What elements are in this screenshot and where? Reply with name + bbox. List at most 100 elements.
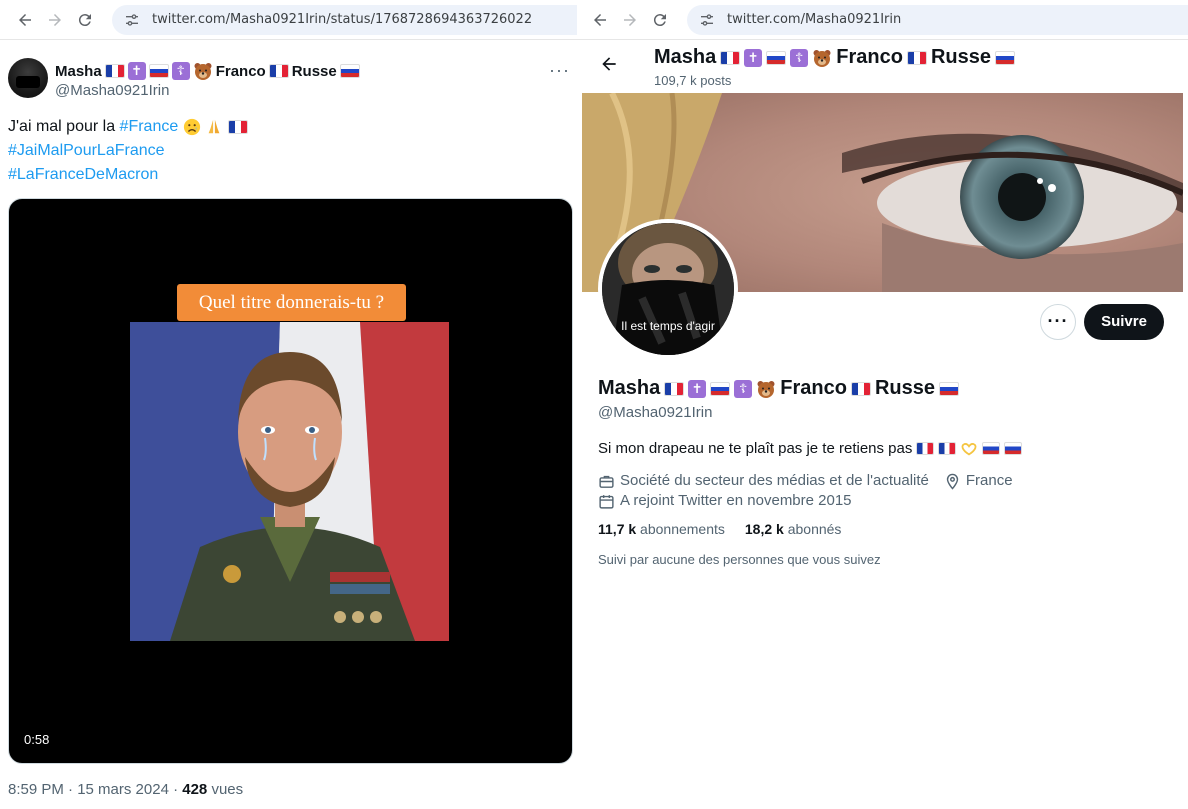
profile-category: Société du secteur des médias et de l'ac…: [620, 472, 929, 489]
forward-arrow-icon[interactable]: [615, 5, 645, 35]
tweet-timestamp[interactable]: 8:59 PM · 15 mars 2024 ·: [8, 781, 182, 798]
orthodox-cross-icon: ☦: [790, 48, 809, 67]
back-arrow-icon[interactable]: [10, 5, 40, 35]
profile-name-part: Franco: [780, 377, 847, 399]
forward-arrow-icon[interactable]: [40, 5, 70, 35]
location-pin-icon: [946, 473, 959, 490]
hashtag-france[interactable]: #France: [120, 118, 179, 135]
views-label: vues: [207, 781, 244, 798]
followers-count: 18,2 k: [744, 521, 784, 537]
bear-icon: [813, 49, 831, 67]
video-thumbnail: [130, 322, 449, 641]
views-count: 428: [182, 781, 208, 798]
hashtag-jaimalpourlafrance[interactable]: #JaiMalPourLaFrance: [8, 142, 165, 159]
profile-stats: 11,7 k abonnements 18,2 k abonnés: [598, 521, 841, 537]
video-caption: Quel titre donnerais-tu ?: [177, 284, 406, 321]
praying-hands-icon: [208, 119, 220, 134]
france-flag-icon: [906, 50, 927, 65]
followed-by-text: Suivi par aucune des personnes que vous …: [598, 552, 881, 567]
france-flag-icon: [850, 381, 871, 396]
profile-avatar[interactable]: Il est temps d'agir: [598, 219, 738, 359]
orthodox-cross-icon: ☦: [171, 62, 190, 80]
profile-name-part: Russe: [874, 377, 935, 399]
back-arrow-icon[interactable]: [585, 5, 615, 35]
browser-toolbar: twitter.com/Masha0921Irin: [577, 0, 1188, 40]
france-flag-icon: [938, 442, 957, 455]
video-duration: 0:58: [24, 732, 50, 747]
reload-icon[interactable]: [70, 5, 100, 35]
author-name-part: Russe: [291, 62, 337, 80]
header-name-part: Franco: [836, 46, 903, 68]
address-bar[interactable]: twitter.com/Masha0921Irin: [687, 4, 1188, 35]
bear-icon: [757, 380, 775, 398]
profile-display-name: Masha ✝ ☦ Franco Russe: [598, 377, 959, 400]
author-name-part: Franco: [215, 62, 266, 80]
site-settings-icon[interactable]: [699, 12, 715, 28]
url-text: twitter.com/Masha0921Irin: [727, 12, 902, 27]
author-handle[interactable]: @Masha0921Irin: [55, 82, 169, 99]
france-flag-icon: [916, 442, 935, 455]
orthodox-cross-icon: ✝: [744, 48, 763, 67]
tweet-panel: twitter.com/Masha0921Irin/status/1768728…: [0, 0, 589, 809]
tweet-text: J'ai mal pour la #France #JaiMalPourLaFr…: [8, 115, 248, 187]
profile-handle: @Masha0921Irin: [598, 404, 713, 421]
orthodox-cross-icon: ☦: [734, 379, 753, 398]
bio-text: Si mon drapeau ne te plaît pas je te ret…: [598, 440, 913, 457]
back-arrow-icon[interactable]: [599, 54, 619, 80]
following-label: abonnements: [640, 521, 725, 537]
video-player[interactable]: Quel titre donnerais-tu ? 0:58: [8, 198, 573, 764]
more-icon[interactable]: ···: [1040, 304, 1076, 340]
following-count: 11,7 k: [598, 521, 637, 537]
calendar-icon: [599, 494, 614, 509]
author-name[interactable]: Masha ✝ ☦ Franco Russe: [55, 61, 360, 81]
france-flag-icon: [104, 64, 125, 78]
site-settings-icon[interactable]: [124, 12, 140, 28]
bear-icon: [194, 63, 212, 80]
avatar-caption: Il est temps d'agir: [621, 319, 715, 333]
russia-flag-icon: [938, 381, 959, 396]
france-flag-icon: [268, 64, 289, 78]
russia-flag-icon: [766, 50, 787, 65]
hashtag-lafrancedemacron[interactable]: #LaFranceDeMacron: [8, 166, 158, 183]
post-count: 109,7 k posts: [654, 73, 732, 88]
reload-icon[interactable]: [645, 5, 675, 35]
briefcase-icon: [599, 475, 614, 488]
orthodox-cross-icon: ✝: [688, 379, 707, 398]
address-bar[interactable]: twitter.com/Masha0921Irin/status/1768728…: [112, 4, 588, 35]
orthodox-cross-icon: ✝: [127, 62, 146, 80]
sad-face-icon: [183, 118, 200, 135]
russia-flag-icon: [1004, 442, 1023, 455]
tweet-header: Masha ✝ ☦ Franco Russe @Masha0921Irin ··…: [8, 58, 578, 102]
russia-flag-icon: [994, 50, 1015, 65]
followers-label: abonnés: [787, 521, 842, 537]
author-name-part: Masha: [55, 62, 102, 80]
avatar-mask: [16, 76, 40, 88]
follow-button[interactable]: Suivre: [1084, 304, 1164, 340]
france-flag-icon: [720, 50, 741, 65]
header-name-part: Russe: [930, 46, 991, 68]
russia-flag-icon: [148, 64, 169, 78]
url-text: twitter.com/Masha0921Irin/status/1768728…: [152, 12, 533, 27]
followers-link[interactable]: 18,2 k abonnés: [745, 521, 842, 537]
france-flag-icon: [664, 381, 685, 396]
header-display-name: Masha ✝ ☦ Franco Russe: [654, 46, 1015, 69]
profile-joined: A rejoint Twitter en novembre 2015: [620, 492, 852, 509]
profile-panel: twitter.com/Masha0921Irin Masha ✝ ☦ Fran…: [577, 0, 1188, 809]
more-icon[interactable]: ···: [549, 60, 570, 81]
profile-bio: Si mon drapeau ne te plaît pas je te ret…: [598, 440, 1023, 457]
russia-flag-icon: [339, 64, 360, 78]
header-name-part: Masha: [654, 46, 717, 68]
following-link[interactable]: 11,7 k abonnements: [598, 521, 725, 537]
avatar[interactable]: [8, 58, 48, 98]
france-flag-icon: [227, 119, 248, 134]
russia-flag-icon: [710, 381, 731, 396]
profile-header-bar: Masha ✝ ☦ Franco Russe 109,7 k posts: [577, 40, 1188, 93]
russia-flag-icon: [982, 442, 1001, 455]
heart-hands-icon: [961, 442, 977, 455]
browser-toolbar: twitter.com/Masha0921Irin/status/1768728…: [0, 0, 588, 40]
profile-info: Société du secteur des médias et de l'ac…: [598, 471, 1013, 511]
tweet-text-part: J'ai mal pour la: [8, 118, 120, 135]
profile-name-part: Masha: [598, 377, 661, 399]
profile-location: France: [965, 472, 1013, 489]
tweet-meta: 8:59 PM · 15 mars 2024 · 428 vues: [8, 781, 243, 798]
